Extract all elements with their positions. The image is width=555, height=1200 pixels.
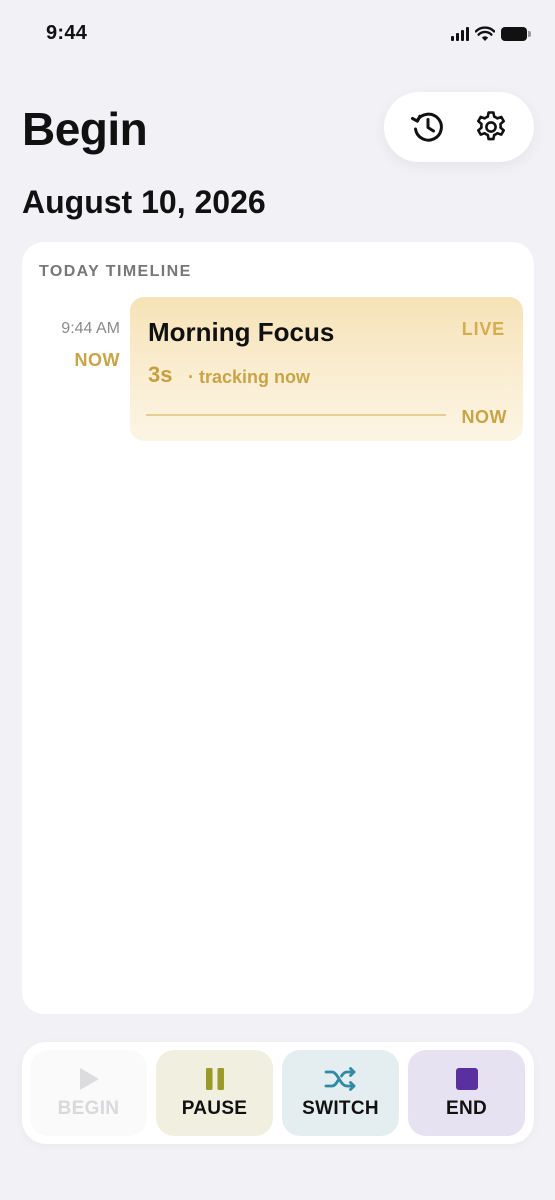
stop-icon xyxy=(455,1068,478,1090)
status-bar: 9:44 xyxy=(0,0,555,70)
switch-button[interactable]: SWITCH xyxy=(282,1050,399,1136)
header-actions xyxy=(384,92,534,162)
pause-button[interactable]: PAUSE xyxy=(156,1050,273,1136)
session-card-morning-focus[interactable]: Morning Focus LIVE 3s · tracking now NOW xyxy=(130,297,523,441)
begin-label: BEGIN xyxy=(57,1098,120,1119)
timeline-card: TODAY TIMELINE 9:44 AM NOW Morning Focus… xyxy=(22,242,534,1014)
entry-start-time: 9:44 AM xyxy=(61,320,120,337)
controls-bar: BEGIN PAUSE SWITCH END xyxy=(22,1042,534,1144)
cellular-signal-icon xyxy=(451,27,469,41)
session-duration: 3s xyxy=(148,362,173,387)
begin-button[interactable]: BEGIN xyxy=(30,1050,147,1136)
switch-label: SWITCH xyxy=(302,1098,379,1119)
shuffle-icon xyxy=(324,1067,355,1091)
gear-icon xyxy=(476,111,505,141)
live-badge: LIVE xyxy=(461,319,505,339)
session-progress-line xyxy=(146,414,446,416)
end-label: END xyxy=(445,1098,487,1119)
entry-now-marker: NOW xyxy=(74,350,120,370)
wifi-icon xyxy=(475,26,495,41)
settings-button[interactable] xyxy=(471,107,511,147)
timeline-heading: TODAY TIMELINE xyxy=(39,263,192,280)
status-icons xyxy=(451,24,531,44)
session-end-label: NOW xyxy=(461,407,507,427)
page-title: Begin xyxy=(22,103,148,155)
pause-label: PAUSE xyxy=(181,1098,248,1119)
session-status-text: · tracking now xyxy=(188,367,311,387)
session-title: Morning Focus xyxy=(148,317,335,347)
battery-icon xyxy=(501,27,531,41)
status-time: 9:44 xyxy=(46,22,88,44)
play-icon xyxy=(79,1068,99,1090)
page-date: August 10, 2026 xyxy=(22,184,266,220)
history-icon xyxy=(410,112,443,142)
pause-icon xyxy=(205,1068,224,1090)
history-button[interactable] xyxy=(408,107,448,147)
end-button[interactable]: END xyxy=(408,1050,525,1136)
